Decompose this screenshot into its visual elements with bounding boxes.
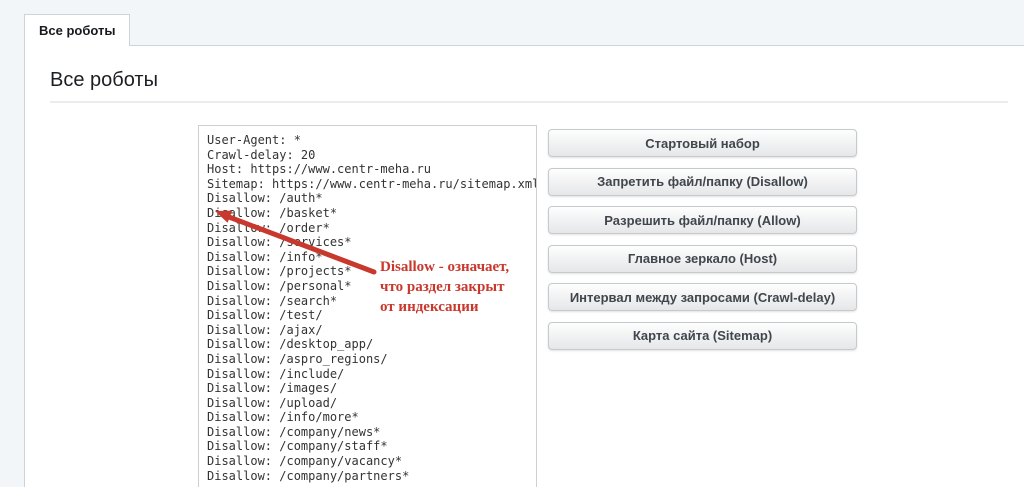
page-title: Все роботы <box>50 69 158 91</box>
title-divider <box>50 101 1008 103</box>
host-mirror-button[interactable]: Главное зеркало (Host) <box>548 244 857 273</box>
tab-all-robots[interactable]: Все роботы <box>24 14 131 46</box>
disallow-file-folder-button[interactable]: Запретить файл/папку (Disallow) <box>548 167 857 196</box>
crawl-delay-button[interactable]: Интервал между запросами (Crawl-delay) <box>548 283 857 311</box>
starter-set-button[interactable]: Стартовый набор <box>548 129 857 157</box>
sitemap-button[interactable]: Карта сайта (Sitemap) <box>548 321 857 350</box>
robots-txt-textarea[interactable]: User-Agent: * Crawl-delay: 20 Host: http… <box>198 125 537 487</box>
tab-all-robots-label: Все роботы <box>39 23 116 38</box>
robots-txt-editor-screen: Все роботы Все роботы User-Agent: * Craw… <box>0 0 1024 487</box>
allow-file-folder-button[interactable]: Разрешить файл/папку (Allow) <box>548 206 857 234</box>
robots-action-buttons: Стартовый набор Запретить файл/папку (Di… <box>548 129 857 350</box>
